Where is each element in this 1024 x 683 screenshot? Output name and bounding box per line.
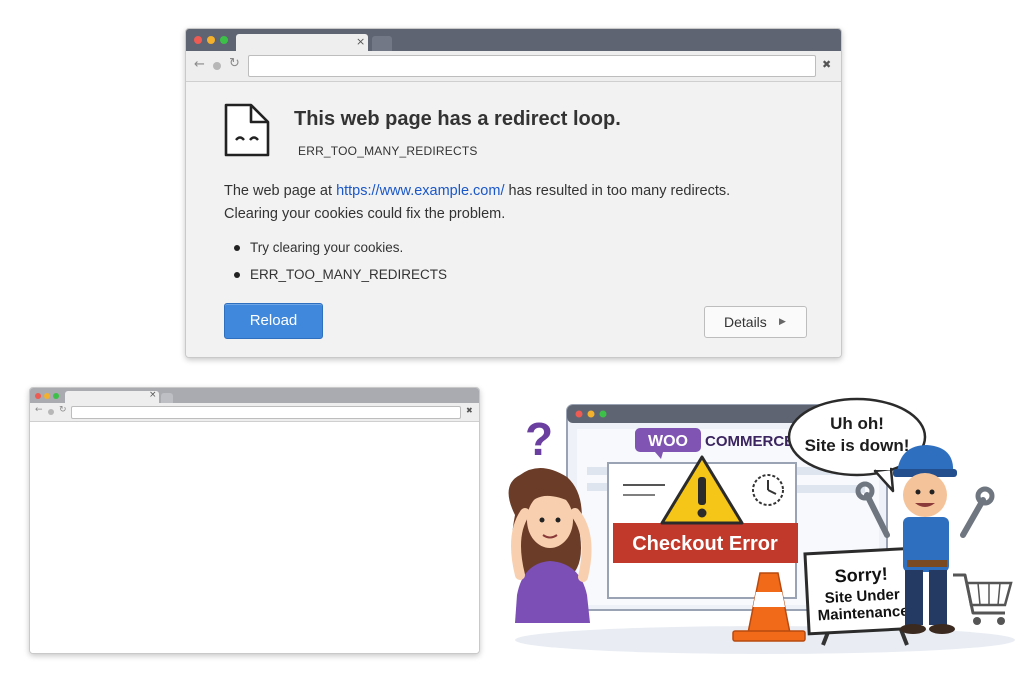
shopping-cart-icon [953,573,1013,625]
tab-bar: × [186,29,841,51]
maintenance-illustration: WOO COMMERCE Checkout Error ? Uh oh! Sit… [508,397,1015,654]
tab-close-icon[interactable]: × [149,390,157,400]
forward-icon[interactable] [213,62,221,70]
blank-page [30,422,479,653]
checkout-error-text: Checkout Error [632,533,778,555]
refresh-icon[interactable]: ↻ [229,57,240,70]
details-button[interactable]: Details ▶ [704,306,807,338]
speech-line1: Uh oh! [830,414,884,433]
refresh-icon[interactable]: ↻ [59,406,67,415]
address-bar[interactable] [248,55,816,77]
clock-icon [752,474,784,506]
commerce-text: COMMERCE [705,433,794,450]
description-line2: Clearing your cookies could fix the prob… [224,206,506,222]
list-item: Try clearing your cookies. [234,234,447,261]
error-url-link[interactable]: https://www.example.com/ [336,183,504,199]
minimize-window-dot[interactable] [44,393,50,399]
browser-toolbar: ← ↻ ✖ [30,403,479,422]
description-prefix: The web page at [224,183,337,199]
new-tab-button[interactable] [372,36,392,51]
description-suffix: has resulted in too many redirects. [504,183,731,199]
tab-close-icon[interactable]: × [356,35,365,48]
menu-icon[interactable]: ✖ [466,407,473,415]
browser-toolbar: ← ↻ ✖ [186,51,841,82]
browser-tab[interactable]: × [236,34,368,51]
sign-line1: Sorry! [834,564,888,587]
maximize-window-dot[interactable] [220,36,228,44]
new-tab-button[interactable] [161,393,173,403]
close-window-dot[interactable] [35,393,41,399]
blank-browser-window: × ← ↻ ✖ [29,387,480,654]
minimize-window-dot[interactable] [207,36,215,44]
tab-bar: × [30,388,479,403]
forward-icon[interactable] [48,409,54,415]
back-arrow-icon[interactable]: ← [35,406,43,415]
details-label: Details [724,314,767,330]
speech-line2: Site is down! [805,436,910,455]
error-browser-window: × ← ↻ ✖ This web page has a redirect loo… [185,28,842,358]
suggestion-list: Try clearing your cookies. ERR_TOO_MANY_… [234,234,447,288]
maximize-window-dot[interactable] [53,393,59,399]
error-title: This web page has a redirect loop. [294,108,621,130]
menu-icon[interactable]: ✖ [822,59,831,70]
reload-button[interactable]: Reload [224,303,323,339]
back-arrow-icon[interactable]: ← [194,58,205,71]
sad-page-icon [224,103,270,157]
error-description: The web page at https://www.example.com/… [224,180,804,226]
caret-right-icon: ▶ [779,317,786,327]
error-code: ERR_TOO_MANY_REDIRECTS [298,144,478,158]
woo-text: WOO [648,433,688,450]
address-bar[interactable] [71,406,461,419]
close-window-dot[interactable] [194,36,202,44]
list-item: ERR_TOO_MANY_REDIRECTS [234,261,447,288]
browser-tab[interactable]: × [65,390,159,403]
error-page: This web page has a redirect loop. ERR_T… [186,82,841,357]
question-mark-icon: ? [525,413,553,465]
